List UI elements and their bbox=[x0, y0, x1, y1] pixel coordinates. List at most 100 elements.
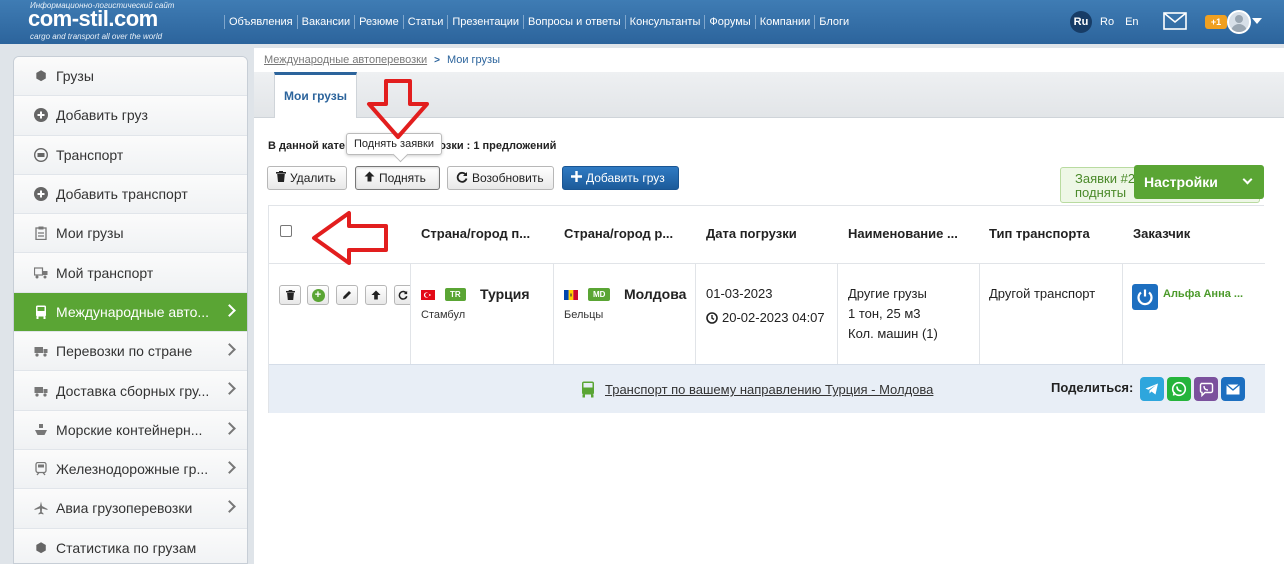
power-icon[interactable] bbox=[1132, 284, 1158, 310]
whatsapp-icon[interactable] bbox=[1167, 377, 1191, 401]
refresh-icon bbox=[456, 171, 468, 186]
column-header[interactable]: Дата погрузки bbox=[706, 226, 797, 241]
table-footer: Транспорт по вашему направлению Турция -… bbox=[269, 364, 1265, 413]
annotation-arrow-down bbox=[367, 79, 429, 139]
sidebar-item-domestic[interactable]: Перевозки по стране bbox=[14, 332, 247, 372]
nav-blogs[interactable]: Блоги bbox=[814, 15, 853, 29]
nav-companies[interactable]: Компании bbox=[754, 15, 815, 29]
to-country: Молдова bbox=[624, 286, 687, 302]
notification-badge[interactable]: +1 bbox=[1205, 15, 1227, 29]
language-switcher: Ru Ro En bbox=[1070, 11, 1150, 33]
country-code-badge: MD bbox=[588, 288, 611, 301]
sidebar-item-label: Грузы bbox=[56, 68, 94, 85]
row-raise-button[interactable] bbox=[365, 285, 387, 305]
plus-circle-icon bbox=[34, 187, 48, 202]
column-header[interactable]: Тип транспорта bbox=[989, 226, 1090, 241]
cell-divider bbox=[410, 264, 411, 364]
email-share-icon[interactable] bbox=[1221, 377, 1245, 401]
row-delete-button[interactable] bbox=[279, 285, 301, 305]
sidebar-item-air[interactable]: Авиа грузоперевозки bbox=[14, 489, 247, 529]
sidebar: ⬢ Грузы Добавить груз Транспорт Добавить … bbox=[13, 56, 248, 564]
from-city: Стамбул bbox=[421, 309, 466, 321]
renew-label: Возобновить bbox=[472, 171, 544, 185]
sidebar-item-label: Международные авто... bbox=[56, 303, 210, 320]
nav-ads[interactable]: Объявления bbox=[224, 15, 297, 29]
lang-en[interactable]: En bbox=[1125, 16, 1138, 28]
chevron-right-icon bbox=[223, 303, 236, 317]
ship-icon bbox=[34, 423, 48, 437]
column-header[interactable]: Страна/город р... bbox=[564, 226, 673, 241]
nav-qa[interactable]: Вопросы и ответы bbox=[523, 15, 625, 29]
avatar[interactable] bbox=[1227, 10, 1251, 34]
nav-resumes[interactable]: Резюме bbox=[354, 15, 403, 29]
column-header[interactable]: Страна/город п... bbox=[421, 226, 530, 241]
select-all-checkbox[interactable] bbox=[280, 225, 292, 237]
sidebar-item-railway[interactable]: Железнодорожные гр... bbox=[14, 449, 247, 490]
transport-direction-link[interactable]: Транспорт по вашему направлению Турция -… bbox=[581, 381, 933, 398]
nav-articles[interactable]: Статьи bbox=[402, 15, 448, 29]
tab-my-cargo[interactable]: Мои грузы bbox=[274, 72, 357, 118]
chevron-right-icon bbox=[223, 382, 236, 396]
settings-label: Настройки bbox=[1144, 174, 1218, 190]
sidebar-item-cargo[interactable]: ⬢ Грузы bbox=[14, 57, 247, 97]
site-header: Информационно-логистический сайт com-sti… bbox=[0, 0, 1284, 44]
settings-button[interactable]: Настройки bbox=[1134, 165, 1264, 199]
sidebar-item-international[interactable]: Международные авто... bbox=[14, 292, 247, 333]
raise-button[interactable]: Поднять bbox=[355, 166, 440, 190]
posted-date-text: 20-02-2023 04:07 bbox=[722, 310, 825, 325]
column-header[interactable]: Заказчик bbox=[1133, 226, 1190, 241]
breadcrumb-separator: > bbox=[434, 54, 440, 66]
lang-ro[interactable]: Ro bbox=[1100, 16, 1114, 28]
sidebar-item-transport[interactable]: Транспорт bbox=[14, 135, 247, 175]
nav-forums[interactable]: Форумы bbox=[704, 15, 754, 29]
renew-button[interactable]: Возобновить bbox=[447, 166, 554, 190]
delete-label: Удалить bbox=[290, 171, 336, 185]
row-renew-button[interactable] bbox=[394, 285, 410, 305]
cube-icon: ⬢ bbox=[35, 68, 47, 84]
row-add-button[interactable]: + bbox=[307, 285, 329, 305]
sidebar-item-my-transport[interactable]: Мой транспорт bbox=[14, 253, 247, 293]
nav-vacancies[interactable]: Вакансии bbox=[296, 15, 355, 29]
sidebar-item-my-cargo[interactable]: Мои грузы bbox=[14, 214, 247, 254]
sidebar-item-add-cargo[interactable]: Добавить груз bbox=[14, 96, 247, 136]
sidebar-item-groupage[interactable]: Доставка сборных гру... bbox=[14, 371, 247, 411]
share-label: Поделиться: bbox=[1051, 380, 1134, 395]
add-cargo-button[interactable]: Добавить груз bbox=[562, 166, 679, 190]
breadcrumb: Международные автоперевозки > Мои грузы bbox=[264, 54, 500, 66]
truck-icon bbox=[34, 344, 48, 358]
viber-icon[interactable] bbox=[1194, 377, 1218, 401]
chevron-down-icon[interactable] bbox=[1252, 18, 1262, 24]
telegram-icon[interactable] bbox=[1140, 377, 1164, 401]
sidebar-item-label: Доставка сборных гру... bbox=[56, 382, 210, 399]
refresh-icon bbox=[398, 290, 407, 300]
customer-link[interactable]: Альфа Анна ... bbox=[1163, 287, 1243, 301]
from-country: Турция bbox=[480, 286, 530, 302]
posted-date: 20-02-2023 04:07 bbox=[706, 308, 825, 328]
cell-divider bbox=[695, 264, 696, 364]
nav-presentations[interactable]: Презентации bbox=[447, 15, 523, 29]
sidebar-item-add-transport[interactable]: Добавить транспорт bbox=[14, 174, 247, 215]
arrow-up-icon bbox=[371, 290, 381, 300]
sidebar-item-sea-containers[interactable]: Морские контейнерн... bbox=[14, 410, 247, 450]
sidebar-item-label: Мой транспорт bbox=[56, 264, 154, 281]
nav-consultants[interactable]: Консультанты bbox=[624, 15, 705, 29]
column-header[interactable]: Наименование ... bbox=[848, 226, 958, 241]
breadcrumb-parent-link[interactable]: Международные автоперевозки bbox=[264, 54, 427, 66]
sidebar-item-statistics[interactable]: ⬢ Статистика по грузам bbox=[14, 528, 247, 563]
row-edit-button[interactable] bbox=[336, 285, 358, 305]
sidebar-item-label: Статистика по грузам bbox=[56, 539, 197, 556]
chevron-down-icon bbox=[1242, 174, 1253, 185]
chevron-right-icon bbox=[223, 461, 236, 474]
cell-divider bbox=[837, 264, 838, 364]
table-header: Страна/город п... Страна/город р... Дата… bbox=[269, 206, 1265, 264]
delete-button[interactable]: Удалить bbox=[267, 166, 347, 190]
clock-icon bbox=[706, 312, 718, 324]
mail-icon[interactable] bbox=[1163, 12, 1187, 30]
sidebar-item-label: Добавить груз bbox=[56, 107, 148, 124]
transport-direction-text: Транспорт по вашему направлению Турция -… bbox=[605, 382, 934, 397]
lang-ru[interactable]: Ru bbox=[1070, 11, 1092, 33]
truck-icon bbox=[34, 384, 48, 398]
site-logo[interactable]: Информационно-логистический сайт com-sti… bbox=[28, 0, 208, 44]
load-date: 01-03-2023 bbox=[706, 286, 773, 301]
transport-type: Другой транспорт bbox=[989, 286, 1096, 301]
